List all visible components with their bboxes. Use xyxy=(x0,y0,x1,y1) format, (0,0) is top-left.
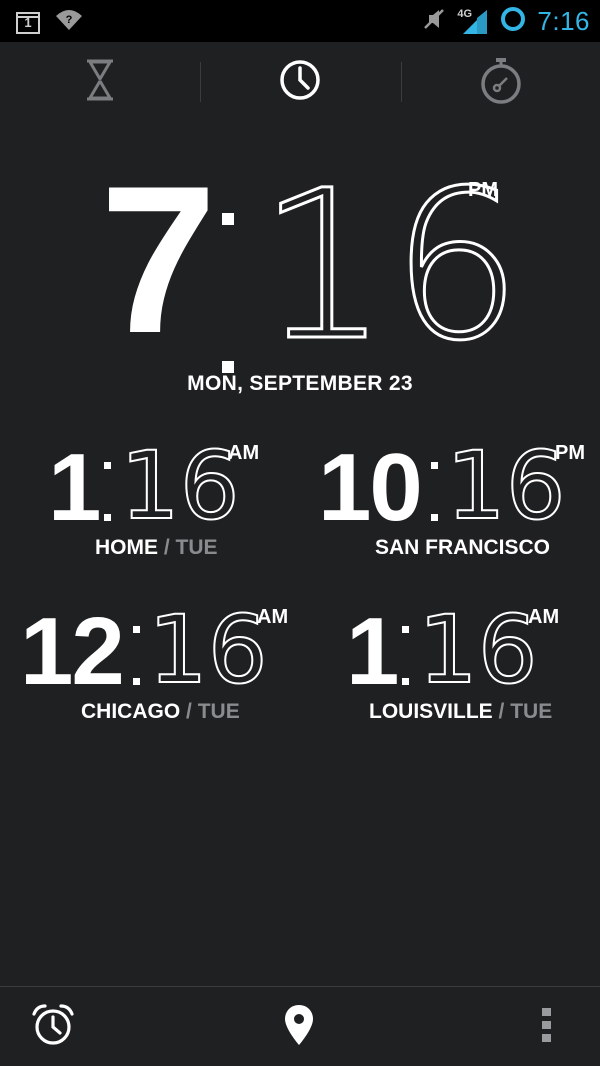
world-clock-hour: 12 xyxy=(20,598,125,705)
world-clock-louisville[interactable]: 1 16 AM LOUISVILLE / TUE xyxy=(346,596,600,734)
world-clock-home[interactable]: 1 16 AM HOME / TUE xyxy=(48,432,328,570)
clock-app-screen: 1 ? 4G 7:16 7 16 PM MON, SEPTEMBER 23 1 … xyxy=(0,0,600,1066)
main-clock-colon xyxy=(222,213,234,373)
main-clock-ampm: PM xyxy=(468,179,498,201)
bottom-action-bar xyxy=(0,986,600,1066)
world-clock-hour: 1 xyxy=(346,598,399,705)
world-clock-colon xyxy=(402,626,409,686)
world-clock-city: SAN FRANCISCO xyxy=(375,536,551,559)
world-clock-separator: / xyxy=(498,700,505,723)
world-clock-minutes: 16 xyxy=(445,432,567,541)
signal-4g-icon: 4G xyxy=(457,6,489,36)
world-clock-separator: / xyxy=(163,536,170,559)
world-clock-hour: 1 xyxy=(48,434,101,541)
vibrate-muted-icon xyxy=(421,6,447,37)
world-clock-ampm: AM xyxy=(257,606,289,628)
world-clock-ampm: AM xyxy=(528,606,560,628)
tab-stopwatch[interactable] xyxy=(401,42,600,122)
world-clock-label: LOUISVILLE / TUE xyxy=(369,700,552,724)
tab-clock[interactable] xyxy=(200,42,400,122)
hourglass-icon xyxy=(85,58,115,107)
world-clock-minutes: 16 xyxy=(119,432,241,541)
sync-ring-icon xyxy=(499,5,527,38)
tab-timer[interactable] xyxy=(0,42,200,122)
overflow-menu-button[interactable] xyxy=(520,987,574,1066)
main-clock-date: MON, SEPTEMBER 23 xyxy=(187,372,413,395)
cities-button[interactable] xyxy=(266,987,332,1066)
overflow-menu-icon xyxy=(540,1006,554,1049)
status-bar: 1 ? 4G 7:16 xyxy=(0,0,600,42)
world-clock-day: TUE xyxy=(510,700,553,723)
wifi-question-icon: ? xyxy=(54,8,84,37)
world-clock-label: SAN FRANCISCO xyxy=(375,536,550,560)
notification-count: 1 xyxy=(24,15,32,30)
status-bar-notifications: 1 ? xyxy=(16,8,84,37)
status-bar-system-icons: 4G 7:16 xyxy=(421,4,590,38)
svg-text:?: ? xyxy=(66,14,73,26)
alarm-clock-icon xyxy=(30,1002,76,1053)
status-bar-time: 7:16 xyxy=(537,5,590,36)
mode-tabs xyxy=(0,42,600,122)
world-clock-minutes: 16 xyxy=(417,596,539,705)
world-clock-day: TUE xyxy=(175,536,218,559)
world-clock-san-francisco[interactable]: 10 16 PM SAN FRANCISCO xyxy=(318,432,598,570)
world-clock-separator: / xyxy=(186,700,192,723)
main-clock: 7 16 PM xyxy=(0,155,600,373)
world-clock-label: HOME / TUE xyxy=(95,536,218,560)
notification-box-icon: 1 xyxy=(16,11,40,34)
world-clock-city: HOME xyxy=(95,536,158,559)
clock-icon xyxy=(278,58,322,107)
stopwatch-icon xyxy=(479,56,523,109)
world-clock-colon xyxy=(431,462,438,522)
world-clock-ampm: PM xyxy=(555,442,585,464)
world-clock-colon xyxy=(104,462,111,522)
world-clock-ampm: AM xyxy=(228,442,260,464)
world-clock-colon xyxy=(133,626,140,686)
world-clock-day: TUE xyxy=(197,700,240,723)
location-pin-icon xyxy=(284,1004,314,1051)
main-clock-hour: 7 xyxy=(100,142,217,377)
world-clock-label: CHICAGO / TUE xyxy=(81,700,240,724)
world-clock-city: CHICAGO xyxy=(81,700,181,723)
alarms-button[interactable] xyxy=(20,987,86,1066)
world-clock-minutes: 16 xyxy=(147,596,269,705)
world-clock-city: LOUISVILLE xyxy=(369,700,493,723)
world-clock-chicago[interactable]: 12 16 AM CHICAGO / TUE xyxy=(20,596,300,734)
world-clock-hour: 10 xyxy=(318,434,423,541)
